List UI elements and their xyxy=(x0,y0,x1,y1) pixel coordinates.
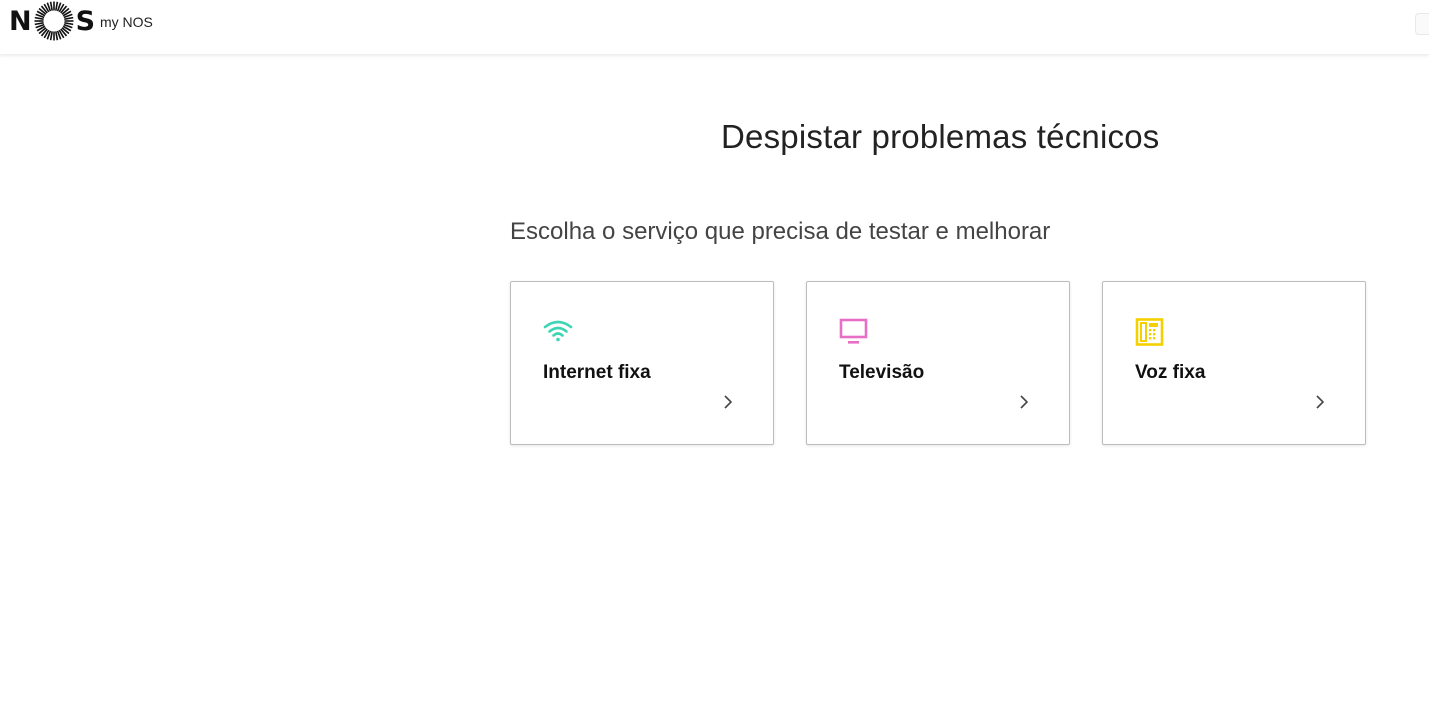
phone-icon xyxy=(1135,318,1164,346)
nos-logo[interactable]: N S xyxy=(9,1,95,41)
chevron-right-icon xyxy=(1316,395,1325,409)
service-label: Internet fixa xyxy=(543,362,651,383)
header-action-button[interactable] xyxy=(1415,13,1429,35)
service-label: Voz fixa xyxy=(1135,362,1206,383)
page-title: Despistar problemas técnicos xyxy=(721,118,1160,155)
chevron-right-icon xyxy=(1020,395,1029,409)
wifi-icon xyxy=(543,320,573,342)
chevron-right-icon xyxy=(724,395,733,409)
service-card-televisao[interactable]: Televisão xyxy=(806,281,1070,445)
service-label: Televisão xyxy=(839,362,925,383)
logo-sun-icon xyxy=(34,1,74,41)
tv-icon xyxy=(839,318,868,344)
app-name[interactable]: my NOS xyxy=(100,14,153,30)
page-subtitle: Escolha o serviço que precisa de testar … xyxy=(510,218,1051,245)
logo-letter-s: S xyxy=(75,5,96,37)
top-bar: N S my NOS xyxy=(0,0,1429,55)
service-card-voz-fixa[interactable]: Voz fixa xyxy=(1102,281,1366,445)
service-card-internet-fixa[interactable]: Internet fixa xyxy=(510,281,774,445)
logo-letter-n: N xyxy=(9,5,32,37)
